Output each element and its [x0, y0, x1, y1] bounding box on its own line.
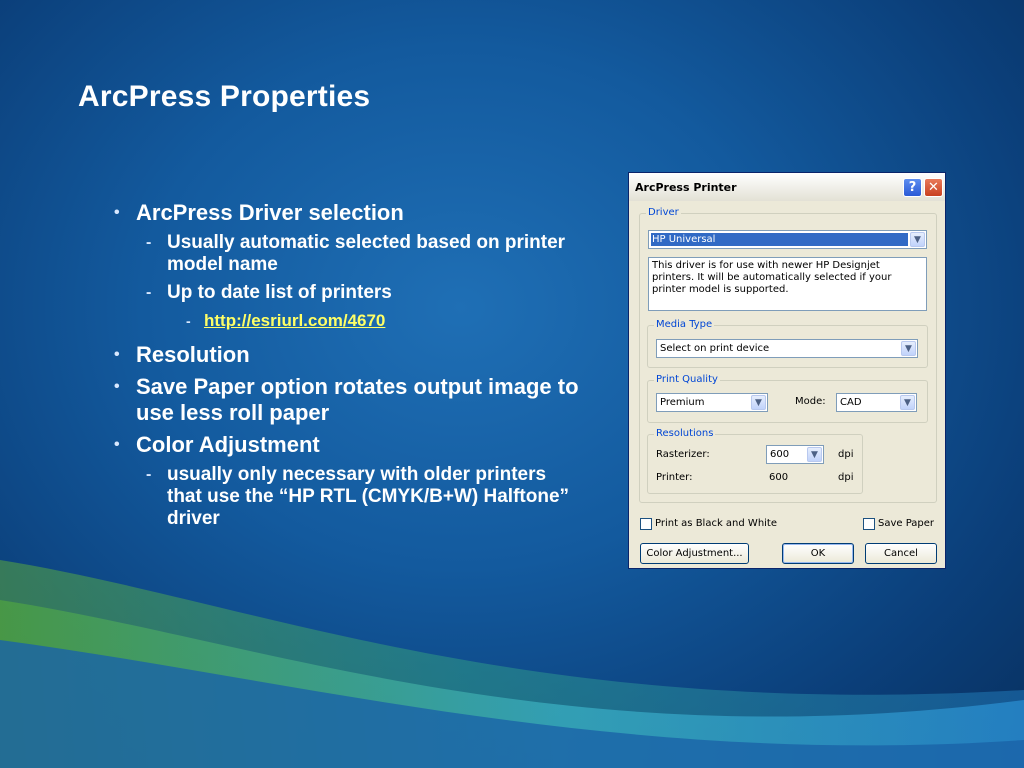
rasterizer-select[interactable]: 600 ▼: [766, 445, 824, 464]
mode-select[interactable]: CAD ▼: [836, 393, 917, 412]
print-bw-checkbox[interactable]: [640, 518, 652, 530]
rasterizer-label: Rasterizer:: [656, 449, 710, 460]
driver-select-value: HP Universal: [652, 234, 716, 245]
driver-legend: Driver: [646, 207, 681, 219]
close-button[interactable]: ✕: [924, 178, 943, 197]
bullet-item: • Resolution: [112, 342, 582, 368]
chevron-down-icon[interactable]: ▼: [901, 341, 916, 356]
rasterizer-value: 600: [770, 449, 790, 460]
bullet-dot-icon: •: [114, 204, 120, 221]
chevron-down-icon[interactable]: ▼: [751, 395, 766, 410]
driver-description: This driver is for use with newer HP Des…: [648, 257, 927, 311]
sub-bullet-text: usually only necessary with older printe…: [167, 464, 570, 529]
printer-label: Printer:: [656, 472, 693, 483]
printer-unit: dpi: [838, 472, 854, 483]
help-button[interactable]: ?: [903, 178, 922, 197]
bullet-item: • Color Adjustment: [112, 432, 582, 458]
dash-icon: -: [146, 234, 152, 251]
printer-list-link[interactable]: http://esriurl.com/4670: [204, 311, 385, 330]
close-icon: ✕: [928, 180, 939, 195]
media-type-legend: Media Type: [654, 319, 715, 331]
chevron-down-icon[interactable]: ▼: [807, 447, 822, 462]
sub-bullet-text: Usually automatic selected based on prin…: [167, 232, 566, 275]
sub-bullet-item: - usually only necessary with older prin…: [112, 464, 582, 530]
sub-bullet-item: - Usually automatic selected based on pr…: [112, 232, 582, 276]
save-paper-label[interactable]: Save Paper: [878, 518, 934, 529]
color-adjustment-button[interactable]: Color Adjustment...: [640, 543, 749, 564]
slide-title: ArcPress Properties: [78, 80, 371, 113]
bullet-text: ArcPress Driver selection: [136, 200, 404, 225]
bullet-text: Resolution: [136, 342, 250, 367]
bullet-dot-icon: •: [114, 436, 120, 453]
media-type-select[interactable]: Select on print device ▼: [656, 339, 918, 358]
print-quality-value: Premium: [660, 397, 705, 408]
sub-bullet-text: Up to date list of printers: [167, 282, 392, 303]
arcpress-printer-dialog: ArcPress Printer ? ✕ Driver HP Universal…: [628, 172, 946, 569]
bullet-dot-icon: •: [114, 346, 120, 363]
sub-sub-bullet-item: - http://esriurl.com/4670: [112, 310, 582, 332]
bullet-text: Color Adjustment: [136, 432, 320, 457]
resolutions-group: Resolutions: [647, 428, 863, 494]
bullet-dot-icon: •: [114, 378, 120, 395]
dialog-titlebar[interactable]: ArcPress Printer ? ✕: [629, 173, 945, 201]
dialog-title: ArcPress Printer: [635, 181, 737, 194]
dash-icon: -: [146, 284, 152, 301]
rasterizer-unit: dpi: [838, 449, 854, 460]
bullet-item: • ArcPress Driver selection: [112, 200, 582, 226]
chevron-down-icon[interactable]: ▼: [910, 232, 925, 247]
driver-select[interactable]: HP Universal ▼: [648, 230, 927, 249]
resolutions-legend: Resolutions: [654, 428, 716, 440]
print-bw-label[interactable]: Print as Black and White: [655, 518, 777, 529]
printer-resolution-value: 600: [769, 472, 789, 483]
bullet-item: • Save Paper option rotates output image…: [112, 374, 582, 426]
media-type-value: Select on print device: [660, 343, 770, 354]
print-quality-legend: Print Quality: [654, 374, 720, 386]
save-paper-checkbox[interactable]: [863, 518, 875, 530]
help-icon: ?: [908, 180, 917, 195]
sub-bullet-item: - Up to date list of printers: [112, 282, 582, 304]
print-quality-select[interactable]: Premium ▼: [656, 393, 768, 412]
ok-button[interactable]: OK: [782, 543, 854, 564]
bullet-list: • ArcPress Driver selection - Usually au…: [112, 200, 582, 536]
dash-icon: -: [146, 466, 152, 483]
mode-value: CAD: [840, 397, 862, 408]
bullet-text: Save Paper option rotates output image t…: [136, 374, 579, 425]
dash-icon: -: [186, 313, 191, 329]
cancel-button[interactable]: Cancel: [865, 543, 937, 564]
mode-label: Mode:: [795, 396, 826, 407]
chevron-down-icon[interactable]: ▼: [900, 395, 915, 410]
